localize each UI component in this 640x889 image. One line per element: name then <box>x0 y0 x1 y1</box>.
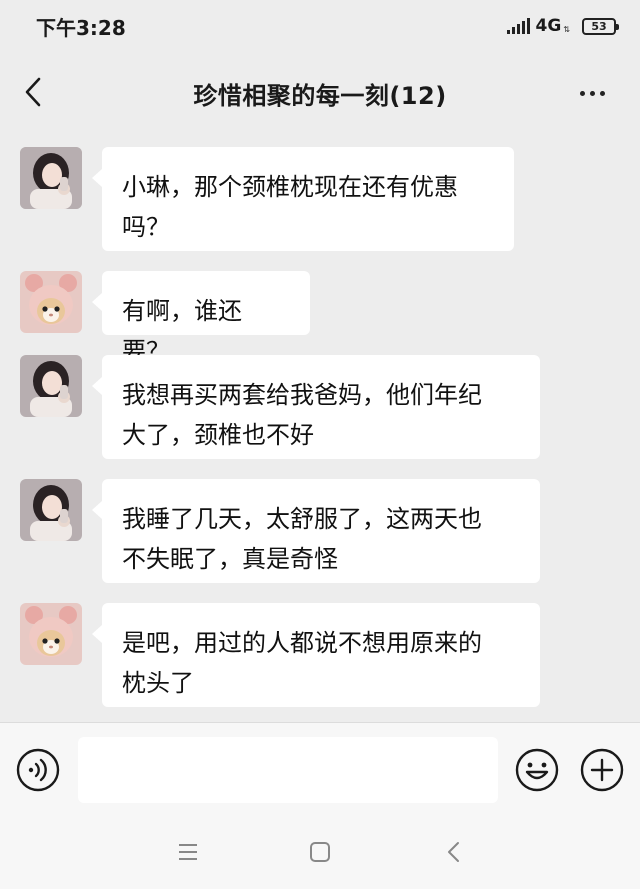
message-text-line: 吗？ <box>122 213 170 241</box>
status-time: 下午3:28 <box>36 15 126 40</box>
input-bar <box>0 722 640 818</box>
avatar-cat[interactable] <box>20 271 82 333</box>
back-triangle-icon <box>448 842 459 862</box>
voice-icon <box>16 748 60 792</box>
message-bubble[interactable]: 我想再买两套给我爸妈，他们年纪 大了，颈椎也不好 <box>92 355 540 459</box>
system-nav-bar <box>0 818 640 889</box>
message-row: 是吧，用过的人都说不想用原来的 枕头了 <box>0 590 640 714</box>
avatar-girl[interactable] <box>20 355 82 417</box>
message-text-line: 小琳，那个颈椎枕现在还有优惠 <box>122 173 458 201</box>
message-row: 有啊，谁还要？ <box>0 258 640 365</box>
status-bar: 下午3:28 4G ⇅ 53 <box>0 0 640 52</box>
more-dot <box>579 90 585 96</box>
plus-button[interactable] <box>580 748 624 792</box>
network-label: 4G <box>535 16 562 36</box>
message-text-line: 不失眠了，真是奇怪 <box>122 545 338 573</box>
nav-home-button[interactable] <box>308 840 332 864</box>
more-button[interactable] <box>572 76 612 110</box>
message-row: 我睡了几天，太舒服了，这两天也 不失眠了，真是奇怪 <box>0 466 640 590</box>
message-text-line: 我想再买两套给我爸妈，他们年纪 <box>122 381 482 409</box>
nav-menu-button[interactable] <box>176 840 200 864</box>
message-text-line: 是吧，用过的人都说不想用原来的 <box>122 629 482 657</box>
avatar-girl[interactable] <box>20 147 82 209</box>
signal-icon <box>506 18 530 34</box>
message-bubble[interactable]: 我睡了几天，太舒服了，这两天也 不失眠了，真是奇怪 <box>92 479 540 583</box>
chat-header: 珍惜相聚的每一刻(12) <box>0 52 640 134</box>
message-text-line: 枕头了 <box>122 669 194 697</box>
voice-button[interactable] <box>16 748 60 792</box>
home-square-icon <box>310 842 330 862</box>
chat-title: 珍惜相聚的每一刻(12) <box>193 81 447 110</box>
network-activity-icon: ⇅ <box>563 24 570 34</box>
emoji-icon <box>515 748 559 792</box>
message-input[interactable] <box>78 737 498 803</box>
more-dot <box>589 90 595 96</box>
menu-icon <box>179 844 197 860</box>
message-text-line: 我睡了几天，太舒服了，这两天也 <box>122 505 482 533</box>
message-text-line: 大了，颈椎也不好 <box>122 421 314 449</box>
message-list[interactable]: 小琳，那个颈椎枕现在还有优惠 吗？ 有啊，谁还要？ 我想再买两套给我爸妈，他们年… <box>0 134 640 722</box>
chevron-left-icon <box>25 77 41 107</box>
avatar-cat[interactable] <box>20 603 82 665</box>
message-row: 小琳，那个颈椎枕现在还有优惠 吗？ <box>0 134 640 258</box>
message-bubble[interactable]: 有啊，谁还要？ <box>92 271 310 365</box>
nav-back-button[interactable] <box>442 840 466 864</box>
plus-icon <box>580 748 624 792</box>
status-indicators: 4G ⇅ 53 <box>506 16 619 36</box>
message-bubble[interactable]: 小琳，那个颈椎枕现在还有优惠 吗？ <box>92 147 514 251</box>
message-row: 我想再买两套给我爸妈，他们年纪 大了，颈椎也不好 <box>0 342 640 466</box>
battery-level: 53 <box>591 19 607 33</box>
message-bubble[interactable]: 是吧，用过的人都说不想用原来的 枕头了 <box>92 603 540 707</box>
emoji-button[interactable] <box>515 748 559 792</box>
avatar-girl[interactable] <box>20 479 82 541</box>
back-button[interactable] <box>18 72 48 112</box>
more-dot <box>599 90 605 96</box>
battery-icon: 53 <box>582 17 619 35</box>
